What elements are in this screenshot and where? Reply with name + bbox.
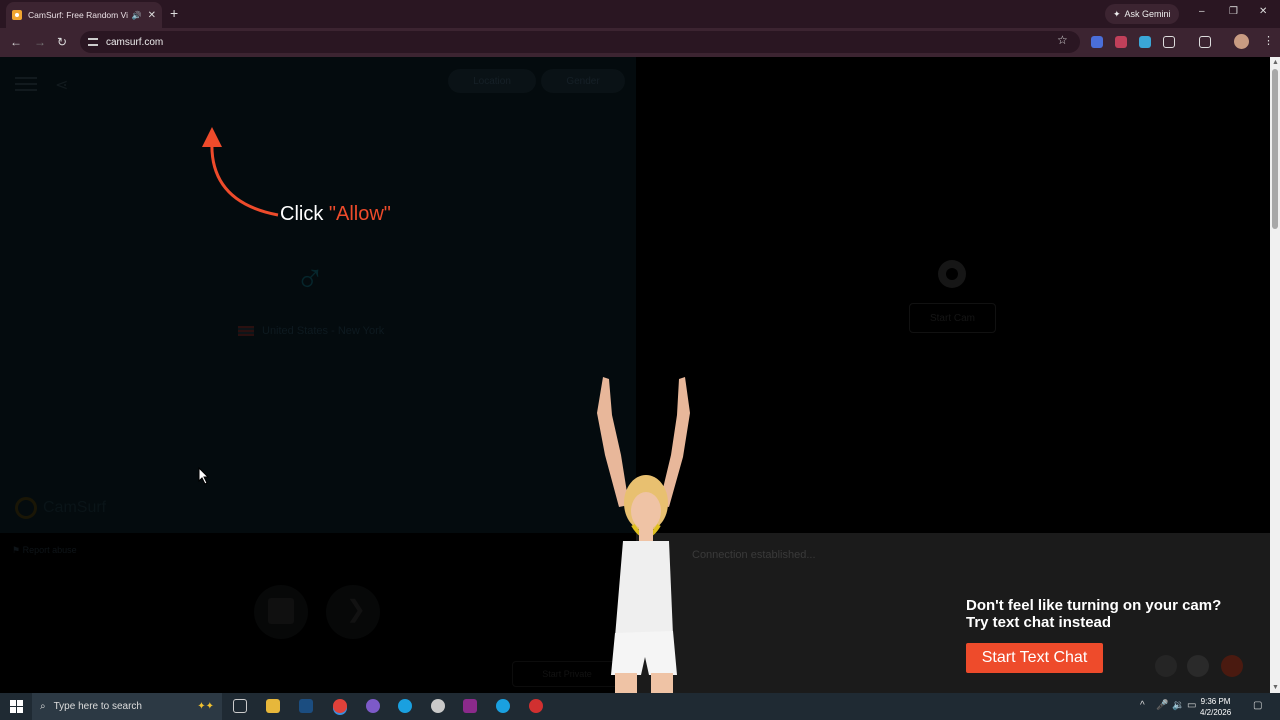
sparkle-icon: ✦	[1113, 8, 1121, 19]
browser-toolbar: ← → ↻ camsurf.com	[0, 28, 1280, 57]
start-cam-label: Start Cam	[929, 312, 975, 324]
camsurf-page: ⋖ Location Gender ♂ United States - New …	[0, 57, 1270, 693]
notifications-icon[interactable]: ▢	[1253, 700, 1262, 711]
allow-instruction: Click "Allow"	[280, 203, 391, 226]
location-label: United States - New York	[262, 325, 385, 337]
camsurf-logo: CamSurf	[15, 497, 106, 519]
cheering-woman-image	[597, 377, 690, 693]
camsurf-favicon-icon	[12, 10, 22, 20]
search-placeholder: Type here to search	[53, 701, 142, 712]
browser-menu-icon[interactable]: ⋮	[1263, 34, 1274, 47]
male-symbol-icon: ♂	[295, 257, 325, 301]
clock-date: 4/2/2026	[1200, 708, 1232, 717]
app-icon-gray[interactable]	[431, 699, 445, 713]
allow-arrow-icon	[202, 127, 279, 217]
next-arrow-icon: ❯	[346, 596, 367, 623]
extension-icon-3[interactable]	[1139, 36, 1151, 48]
windows-start-icon[interactable]	[10, 700, 23, 713]
cloud-icon[interactable]	[1155, 655, 1177, 677]
restore-button[interactable]: ❐	[1229, 6, 1238, 17]
instruction-click: Click	[280, 203, 324, 225]
start-text-chat-button[interactable]: Start Text Chat	[966, 643, 1103, 673]
forward-arrow-icon[interactable]: →	[34, 35, 46, 49]
windows-taskbar: ⌕ Type here to search ✦✦ ^ 🎤 🔉 ▭ 9:36 PM…	[0, 693, 1280, 720]
hamburger-menu-icon[interactable]	[15, 77, 37, 91]
app-icon-red[interactable]	[529, 699, 543, 713]
sparkle-decor-icon: ✦✦	[197, 701, 214, 712]
speaker-icon[interactable]: 🔊	[132, 11, 142, 20]
us-flag-icon	[238, 326, 254, 336]
location-filter-button[interactable]: Location	[448, 69, 536, 93]
microphone-icon[interactable]: 🎤	[1156, 700, 1168, 711]
text-chat-promo: Don't feel like turning on your cam? Try…	[966, 597, 1256, 631]
gender-filter-button[interactable]: Gender	[541, 69, 625, 93]
ask-gemini-label: Ask Gemini	[1124, 9, 1171, 19]
mouse-cursor-icon	[198, 467, 210, 485]
steam-icon[interactable]	[299, 699, 313, 713]
promo-line-1: Don't feel like turning on your cam?	[966, 597, 1222, 614]
taskbar-clock[interactable]: 9:36 PM 4/2/2026	[1200, 696, 1231, 718]
browser-tab-strip: CamSurf: Free Random Vide 🔊 ✕ + ✦ Ask Ge…	[0, 0, 1280, 28]
location-filter-label: Location	[473, 75, 511, 87]
chat-icon[interactable]	[1187, 655, 1209, 677]
discord-icon[interactable]	[366, 699, 380, 713]
report-link[interactable]: ⚑ Report abuse	[12, 545, 77, 556]
chrome-icon[interactable]	[333, 699, 347, 713]
ask-gemini-button[interactable]: ✦ Ask Gemini	[1105, 4, 1179, 24]
clock-time: 9:36 PM	[1200, 697, 1231, 706]
logo-mark-icon	[15, 497, 37, 519]
close-window-button[interactable]: ✕	[1259, 6, 1267, 17]
site-settings-icon[interactable]	[88, 38, 98, 46]
gender-filter-label: Gender	[566, 75, 600, 87]
network-icon[interactable]: ▭	[1187, 700, 1196, 711]
winrar-icon[interactable]	[463, 699, 477, 713]
webcam-icon	[938, 260, 966, 288]
location-display: United States - New York	[238, 325, 384, 337]
minimize-button[interactable]: –	[1199, 6, 1205, 17]
connection-status: Connection established...	[692, 549, 816, 561]
start-cam-button[interactable]: Start Cam	[909, 303, 996, 333]
side-panel-icon[interactable]	[1199, 36, 1211, 48]
logo-text: CamSurf	[43, 499, 107, 516]
stop-square-icon	[268, 598, 294, 624]
new-tab-button[interactable]: +	[170, 5, 178, 21]
tab-camsurf[interactable]: CamSurf: Free Random Vide 🔊 ✕	[6, 2, 162, 28]
extensions-puzzle-icon[interactable]	[1163, 36, 1175, 48]
report-label: Report abuse	[22, 545, 77, 555]
tab-title: CamSurf: Free Random Vide	[28, 10, 128, 20]
address-bar[interactable]: camsurf.com	[80, 31, 1080, 53]
volume-icon[interactable]: 🔉	[1172, 700, 1184, 711]
extension-icon-1[interactable]	[1091, 36, 1103, 48]
scrollbar-thumb[interactable]	[1272, 69, 1278, 229]
search-icon: ⌕	[40, 701, 46, 712]
share-icon[interactable]: ⋖	[55, 75, 68, 95]
app-icon-blue-2[interactable]	[496, 699, 510, 713]
tab-close-icon[interactable]: ✕	[148, 10, 156, 21]
app-icon-blue[interactable]	[398, 699, 412, 713]
scroll-down-icon[interactable]: ▼	[1272, 684, 1279, 691]
task-view-icon[interactable]	[233, 699, 247, 713]
local-video-panel: ⋖ Location Gender ♂ United States - New …	[0, 57, 636, 533]
back-arrow-icon[interactable]: ←	[10, 35, 22, 49]
profile-avatar[interactable]	[1234, 34, 1249, 49]
promo-line-2: Try text chat instead	[966, 614, 1112, 631]
send-icon[interactable]	[1221, 655, 1243, 677]
scroll-up-icon[interactable]: ▲	[1272, 59, 1279, 66]
tray-expand-icon[interactable]: ^	[1140, 700, 1145, 711]
file-explorer-icon[interactable]	[266, 699, 280, 713]
reload-icon[interactable]: ↻	[57, 35, 67, 49]
start-text-chat-label: Start Text Chat	[981, 649, 1088, 666]
page-scrollbar[interactable]: ▲ ▼	[1270, 57, 1280, 693]
taskbar-search-box[interactable]: ⌕ Type here to search ✦✦	[32, 693, 222, 720]
url-text: camsurf.com	[106, 36, 164, 48]
instruction-allow: "Allow"	[328, 203, 391, 225]
extension-icon-2[interactable]	[1115, 36, 1127, 48]
bookmark-star-icon[interactable]: ☆	[1057, 33, 1068, 47]
